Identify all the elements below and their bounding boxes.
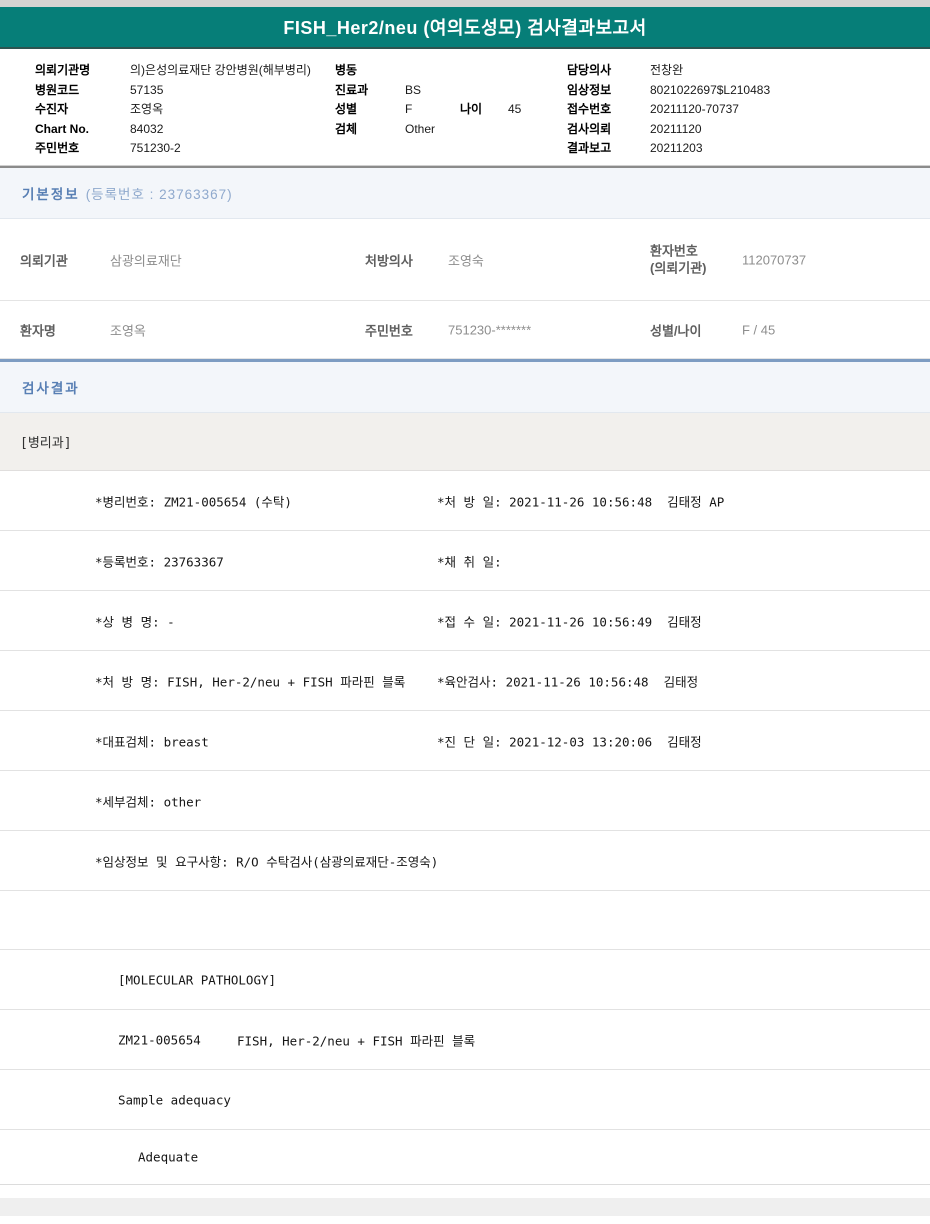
- sample-adequacy-value-row: Adequate: [0, 1130, 930, 1185]
- result-right: *처 방 일: 2021-11-26 10:56:48 김태정 AP: [437, 494, 725, 509]
- field-label: 검체: [335, 121, 358, 136]
- field-label: 환자번호 (의뢰기관): [650, 242, 707, 277]
- department-label: [병리과]: [20, 436, 72, 451]
- result-right: *진 단 일: 2021-12-03 13:20:06 김태정: [437, 734, 702, 749]
- field-value: 20211120: [650, 121, 702, 136]
- header-row: Chart No. 84032 검체 Other 검사의뢰 20211120: [0, 120, 930, 140]
- sample-adequacy-value: Adequate: [138, 1149, 199, 1165]
- field-value: 조영옥: [130, 102, 164, 116]
- field-label: 처방의사: [365, 253, 413, 268]
- field-label: 담당의사: [567, 63, 612, 77]
- section-subtitle: (등록번호 : 23763367): [85, 187, 233, 202]
- result-left: *등록번호: 23763367: [95, 554, 224, 569]
- section-title: 기본정보: [22, 187, 80, 202]
- field-value: F: [405, 102, 413, 116]
- header-row: 의뢰기관명 의)은성의료재단 강안병원(해부병리) 병동 담당의사 전창완: [0, 61, 930, 81]
- bottom-gap: [0, 1185, 930, 1198]
- field-value: 20211120-70737: [650, 102, 739, 116]
- basic-info-row: 환자명 조영옥 주민번호 751230-******* 성별/나이 F / 45: [0, 301, 930, 359]
- result-row: *세부검체: other: [0, 771, 930, 831]
- result-row: *처 방 명: FISH, Her-2/neu + FISH 파라핀 블록 *육…: [0, 651, 930, 711]
- field-label: Chart No.: [35, 121, 89, 136]
- patient-header-block: 의뢰기관명 의)은성의료재단 강안병원(해부병리) 병동 담당의사 전창완 병원…: [0, 49, 930, 165]
- sample-adequacy-row: Sample adequacy: [0, 1070, 930, 1130]
- field-value: 조영숙: [448, 253, 484, 268]
- report-page: FISH_Her2/neu (여의도성모) 검사결과보고서 의뢰기관명 의)은성…: [0, 0, 930, 1224]
- result-left: *대표검체: breast: [95, 734, 209, 749]
- header-row: 병원코드 57135 진료과 BS 임상정보 8021022697$L21048…: [0, 81, 930, 101]
- molecular-header: [MOLECULAR PATHOLOGY]: [118, 972, 277, 987]
- test-name: FISH, Her-2/neu + FISH 파라핀 블록: [237, 1033, 476, 1048]
- field-value: F / 45: [742, 322, 776, 337]
- label-line: (의뢰기관): [650, 260, 707, 276]
- field-label: 성별/나이: [650, 323, 702, 338]
- molecular-header-row: [MOLECULAR PATHOLOGY]: [0, 950, 930, 1010]
- label-line: 환자번호: [650, 242, 698, 258]
- field-label: 진료과: [335, 82, 369, 97]
- field-value: 의)은성의료재단 강안병원(해부병리): [130, 63, 311, 77]
- result-row: *대표검체: breast *진 단 일: 2021-12-03 13:20:0…: [0, 711, 930, 771]
- field-label: 의뢰기관: [20, 253, 68, 268]
- field-value: 751230-2: [130, 141, 181, 155]
- field-label: 주민번호: [35, 141, 80, 155]
- field-value: 45: [508, 102, 522, 116]
- report-title: FISH_Her2/neu (여의도성모) 검사결과보고서: [283, 18, 647, 38]
- department-row: [병리과]: [0, 413, 930, 471]
- bottom-strip: [0, 1198, 930, 1216]
- field-value: 조영옥: [110, 323, 146, 338]
- specimen-id: ZM21-005654: [118, 1032, 201, 1047]
- field-value: BS: [405, 82, 422, 97]
- field-value: 삼광의료재단: [110, 253, 182, 268]
- field-label: 의뢰기관명: [35, 63, 91, 77]
- field-label: 임상정보: [567, 82, 612, 97]
- header-row: 주민번호 751230-2 결과보고 20211203: [0, 139, 930, 159]
- section-title: 검사결과: [22, 381, 80, 396]
- field-label: 주민번호: [365, 323, 413, 338]
- result-right: *채 취 일:: [437, 554, 502, 569]
- result-left: *병리번호: ZM21-005654 (수탁): [95, 494, 292, 509]
- field-label: 검사의뢰: [567, 121, 612, 136]
- header-row: 수진자 조영옥 성별 F 나이 45 접수번호 20211120-70737: [0, 100, 930, 120]
- result-right: *육안검사: 2021-11-26 10:56:48 김태정: [437, 674, 699, 689]
- result-row: *임상정보 및 요구사항: R/O 수탁검사(삼광의료재단-조영숙): [0, 831, 930, 891]
- field-label: 결과보고: [567, 141, 612, 155]
- field-value: Other: [405, 121, 436, 136]
- field-label: 나이: [460, 102, 483, 116]
- field-label: 성별: [335, 102, 358, 116]
- field-value: 112070737: [742, 252, 807, 267]
- result-left: *상 병 명: -: [95, 614, 175, 629]
- field-value: 20211203: [650, 141, 703, 155]
- field-value: 전창완: [650, 63, 684, 77]
- field-label: 병동: [335, 63, 358, 77]
- field-value: 8021022697$L210483: [650, 82, 771, 97]
- field-value: 57135: [130, 82, 164, 97]
- report-title-bar: FISH_Her2/neu (여의도성모) 검사결과보고서: [0, 7, 930, 49]
- molecular-test-row: ZM21-005654 FISH, Her-2/neu + FISH 파라핀 블…: [0, 1010, 930, 1070]
- field-label: 수진자: [35, 102, 69, 116]
- top-strip: [0, 0, 930, 7]
- basic-info-section-header: 기본정보 (등록번호 : 23763367): [0, 168, 930, 219]
- field-label: 환자명: [20, 323, 56, 338]
- field-label: 접수번호: [567, 102, 612, 116]
- result-row: *등록번호: 23763367 *채 취 일:: [0, 531, 930, 591]
- result-left: *처 방 명: FISH, Her-2/neu + FISH 파라핀 블록: [95, 674, 406, 689]
- result-row-empty: [0, 891, 930, 950]
- result-row: *상 병 명: - *접 수 일: 2021-11-26 10:56:49 김태…: [0, 591, 930, 651]
- field-value: 751230-*******: [448, 322, 532, 337]
- result-row: *병리번호: ZM21-005654 (수탁) *처 방 일: 2021-11-…: [0, 471, 930, 531]
- result-left: *세부검체: other: [95, 794, 202, 809]
- field-label: 병원코드: [35, 82, 80, 97]
- basic-info-row: 의뢰기관 삼광의료재단 처방의사 조영숙 환자번호 (의뢰기관) 11207073…: [0, 219, 930, 301]
- sample-adequacy-label: Sample adequacy: [118, 1092, 231, 1107]
- result-right: *접 수 일: 2021-11-26 10:56:49 김태정: [437, 614, 702, 629]
- field-value: 84032: [130, 121, 164, 136]
- result-left: *임상정보 및 요구사항: R/O 수탁검사(삼광의료재단-조영숙): [95, 854, 439, 869]
- results-section-header: 검사결과: [0, 362, 930, 413]
